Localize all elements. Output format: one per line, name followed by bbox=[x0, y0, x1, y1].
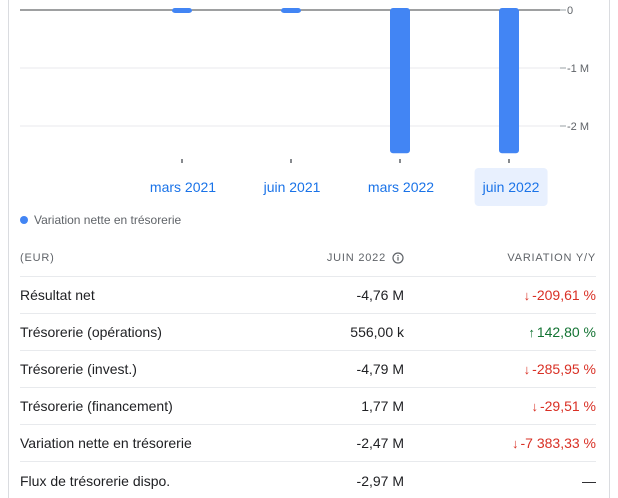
table-body: Résultat net -4,76 M ↓ -209,61 % Trésorerie … bbox=[20, 277, 596, 498]
row-value: -2,47 M bbox=[356, 435, 404, 451]
chart-bars bbox=[172, 8, 519, 154]
table-row: Flux de trésorerie dispo. -2,97 M — bbox=[20, 462, 596, 498]
row-change: ↓ -285,95 % bbox=[404, 361, 596, 377]
period-tabs: mars 2021 juin 2021 mars 2022 juin 2022 bbox=[0, 168, 618, 206]
row-change-value: -285,95 % bbox=[532, 361, 596, 377]
row-change-value: 142,80 % bbox=[536, 324, 596, 340]
row-value: -2,97 M bbox=[356, 472, 404, 489]
row-change: ↓ -29,51 % bbox=[404, 398, 596, 414]
row-change-value: -209,61 % bbox=[532, 287, 596, 303]
table-row: Trésorerie (financement) 1,77 M ↓ -29,51 % bbox=[20, 388, 596, 425]
arrow-down-icon: ↓ bbox=[512, 435, 519, 451]
row-label: Variation nette en trésorerie bbox=[20, 435, 192, 451]
tab-mars-2021[interactable]: mars 2021 bbox=[142, 168, 224, 206]
tab-mars-2022[interactable]: mars 2022 bbox=[360, 168, 442, 206]
y-tick-label: -1 M bbox=[567, 63, 589, 75]
chart-legend: Variation nette en trésorerie bbox=[20, 212, 181, 228]
arrow-up-icon: ↑ bbox=[528, 324, 535, 340]
cash-flow-table: (EUR) JUIN 2022 VARIATION Y/Y Résultat n… bbox=[20, 240, 596, 498]
table-row: Trésorerie (invest.) -4,79 M ↓ -285,95 % bbox=[20, 351, 596, 388]
table-row: Variation nette en trésorerie -2,47 M ↓ -7 … bbox=[20, 425, 596, 462]
row-change: ↓ -7 383,33 % bbox=[404, 435, 596, 451]
row-label: Trésorerie (invest.) bbox=[20, 361, 137, 377]
chart-bar[interactable] bbox=[499, 8, 519, 154]
chart-bar[interactable] bbox=[390, 8, 410, 154]
header-currency: (EUR) bbox=[20, 252, 55, 264]
legend-swatch bbox=[20, 216, 28, 224]
row-change-value: -29,51 % bbox=[539, 398, 596, 414]
row-change-value: -7 383,33 % bbox=[520, 435, 597, 451]
info-icon[interactable] bbox=[392, 252, 404, 264]
row-value: -4,76 M bbox=[356, 287, 404, 303]
row-label: Trésorerie (financement) bbox=[20, 398, 173, 414]
row-value: 556,00 k bbox=[350, 324, 404, 340]
row-value: 1,77 M bbox=[361, 398, 404, 414]
row-change: ↓ -209,61 % bbox=[404, 287, 596, 303]
tab-juin-2021[interactable]: juin 2021 bbox=[256, 168, 329, 206]
y-tick-label: 0 bbox=[567, 5, 573, 17]
header-period-label: JUIN 2022 bbox=[326, 252, 386, 264]
row-change: — bbox=[404, 473, 596, 489]
chart-bar[interactable] bbox=[281, 8, 301, 13]
row-value: -4,79 M bbox=[356, 361, 404, 377]
arrow-down-icon: ↓ bbox=[523, 287, 531, 303]
row-change-value: — bbox=[582, 472, 596, 489]
header-change: VARIATION Y/Y bbox=[507, 252, 596, 264]
chart-gridlines bbox=[20, 9, 560, 127]
chart-bar[interactable] bbox=[172, 8, 192, 13]
table-row: Résultat net -4,76 M ↓ -209,61 % bbox=[20, 277, 596, 314]
row-change: ↑ 142,80 % bbox=[404, 324, 596, 340]
chart-y-ticks: 0 -1 M -2 M bbox=[560, 5, 589, 133]
y-tick-label: -2 M bbox=[567, 121, 589, 133]
row-label: Trésorerie (opérations) bbox=[20, 324, 162, 340]
legend-label: Variation nette en trésorerie bbox=[34, 213, 182, 227]
arrow-down-icon: ↓ bbox=[523, 361, 531, 377]
table-row: Trésorerie (opérations) 556,00 k ↑ 142,80 % bbox=[20, 314, 596, 351]
arrow-down-icon: ↓ bbox=[531, 398, 538, 414]
header-period: JUIN 2022 bbox=[304, 252, 404, 264]
chart-x-tick-marks bbox=[181, 159, 510, 163]
row-label: Flux de trésorerie dispo. bbox=[20, 472, 171, 489]
row-label: Résultat net bbox=[20, 287, 95, 303]
tab-juin-2022[interactable]: juin 2022 bbox=[474, 168, 548, 206]
table-header: (EUR) JUIN 2022 VARIATION Y/Y bbox=[20, 240, 596, 277]
